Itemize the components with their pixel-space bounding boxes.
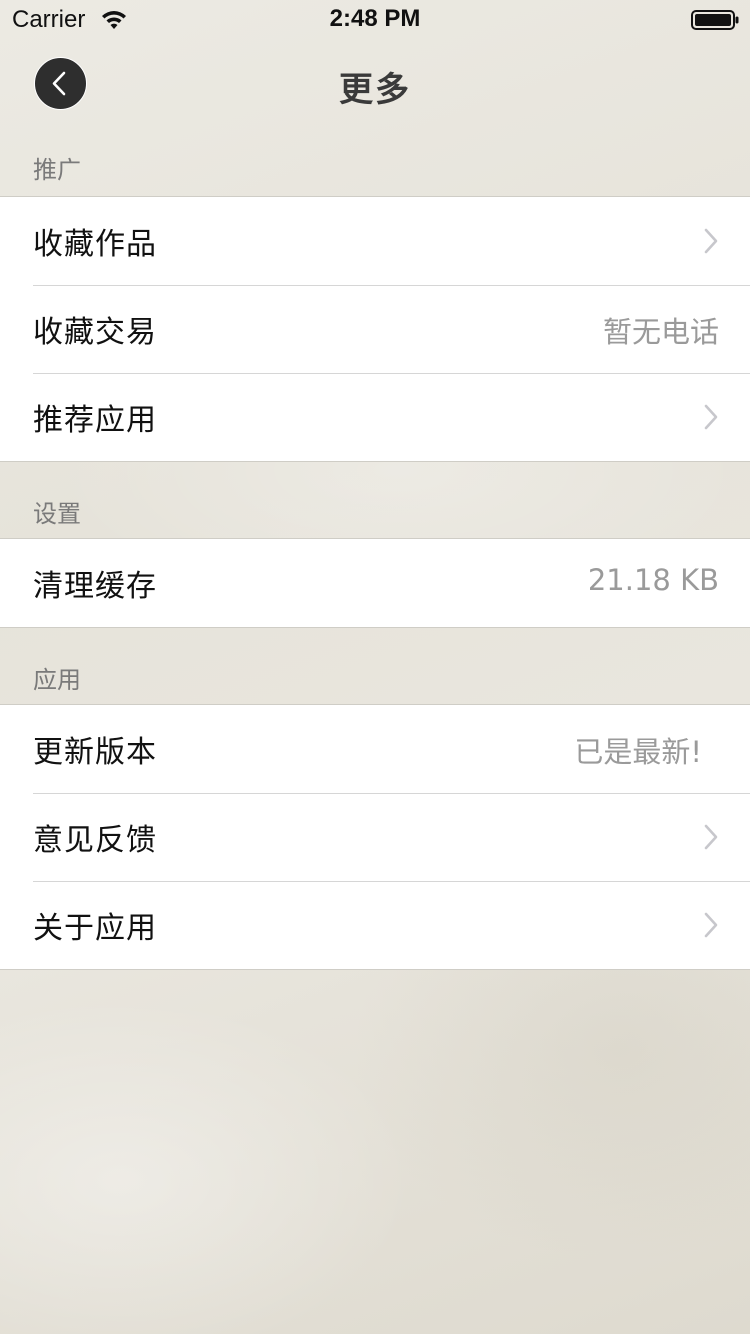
chevron-right-icon [704, 404, 718, 430]
group-promotion: 收藏作品 收藏交易 暂无电话 推荐应用 [0, 196, 750, 462]
cache-size-value: 21.18 KB [587, 563, 719, 597]
row-label: 关于应用 [33, 911, 157, 946]
group-settings: 清理缓存 21.18 KB [0, 538, 750, 628]
row-label: 收藏作品 [33, 227, 157, 262]
row-detail-phone: 暂无电话 [602, 315, 719, 349]
row-favorite-works[interactable]: 收藏作品 [0, 197, 750, 285]
page-title: 更多 [339, 70, 411, 110]
group-app: 更新版本 已是最新! 意见反馈 关于应用 [0, 704, 750, 970]
row-recommended-apps[interactable]: 推荐应用 [0, 373, 750, 461]
row-about-app[interactable]: 关于应用 [0, 881, 750, 969]
battery-full-icon [691, 10, 739, 30]
chevron-right-icon [704, 228, 718, 254]
row-label: 清理缓存 [33, 569, 157, 604]
row-favorite-trades[interactable]: 收藏交易 暂无电话 [0, 285, 750, 373]
row-label: 意见反馈 [33, 823, 157, 858]
status-bar: Carrier 2:48 PM [0, 0, 750, 40]
row-label: 更新版本 [33, 735, 157, 770]
status-time: 2:48 PM [329, 5, 421, 32]
chevron-right-icon [704, 912, 718, 938]
row-update-version[interactable]: 更新版本 已是最新! [0, 705, 750, 793]
section-header-promotion: 推广 [33, 156, 81, 184]
row-feedback[interactable]: 意见反馈 [0, 793, 750, 881]
row-label: 收藏交易 [33, 315, 157, 350]
chevron-right-icon [704, 824, 718, 850]
section-header-app: 应用 [33, 666, 81, 694]
section-header-settings: 设置 [33, 500, 81, 528]
row-label: 推荐应用 [33, 403, 157, 438]
version-status-value: 已是最新! [574, 735, 702, 769]
row-clear-cache[interactable]: 清理缓存 21.18 KB [0, 539, 750, 627]
